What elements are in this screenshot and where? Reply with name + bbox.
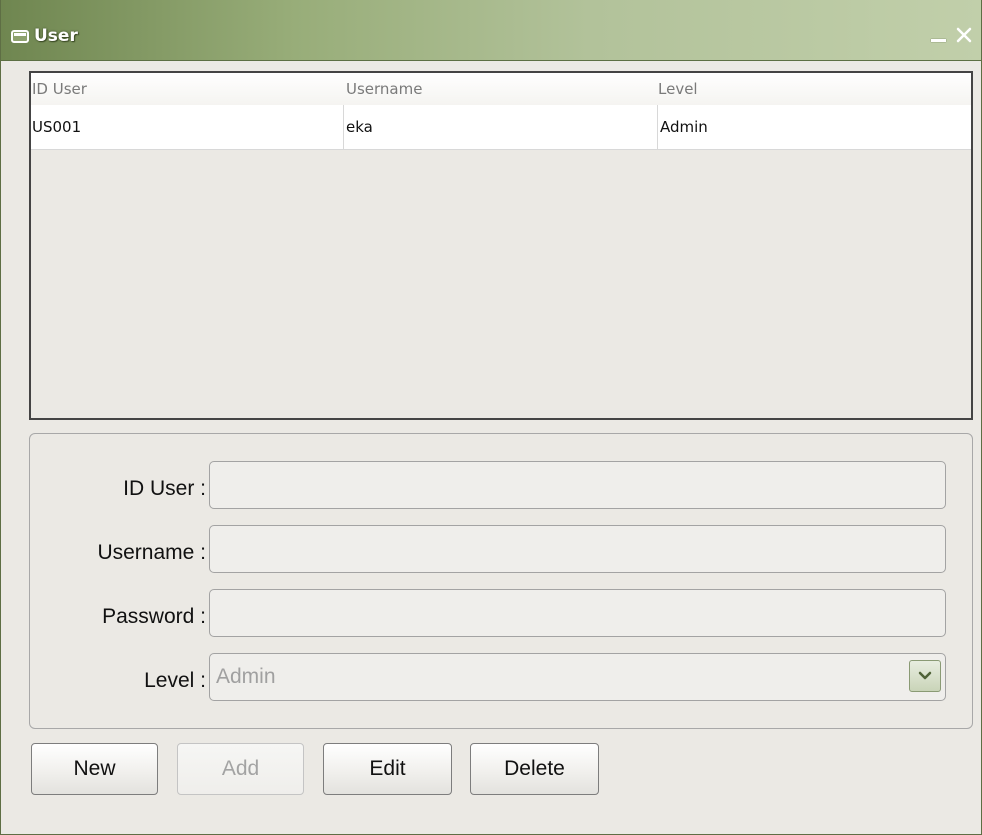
password-label: Password :: [102, 605, 206, 628]
column-divider: [657, 105, 658, 149]
window-icon: [11, 30, 29, 43]
level-selected-value: Admin: [216, 665, 276, 688]
window-title: User: [34, 26, 78, 46]
column-header-username[interactable]: Username: [346, 80, 422, 98]
chevron-down-icon: [918, 671, 932, 680]
delete-button[interactable]: Delete: [470, 743, 599, 795]
level-label: Level :: [144, 669, 206, 692]
column-divider: [343, 105, 344, 149]
password-input[interactable]: [209, 589, 946, 637]
column-header-level[interactable]: Level: [658, 80, 698, 98]
close-button[interactable]: [953, 24, 975, 46]
username-input[interactable]: [209, 525, 946, 573]
user-form-panel: ID User : Username : Password : Level : …: [29, 433, 973, 729]
id-user-label: ID User :: [123, 477, 206, 500]
level-dropdown-button[interactable]: [909, 660, 941, 692]
cell-id-user: US001: [32, 118, 82, 136]
title-bar[interactable]: User: [1, 0, 981, 61]
id-user-input[interactable]: [209, 461, 946, 509]
table-row[interactable]: US001 eka Admin: [31, 105, 971, 150]
edit-button[interactable]: Edit: [323, 743, 452, 795]
level-select[interactable]: Admin: [209, 653, 946, 701]
close-icon: [956, 27, 972, 43]
cell-username: eka: [346, 118, 373, 136]
users-grid[interactable]: ID User Username Level US001 eka Admin: [29, 71, 973, 420]
minimize-button[interactable]: [928, 24, 950, 46]
column-header-id-user[interactable]: ID User: [32, 80, 87, 98]
add-button[interactable]: Add: [177, 743, 304, 795]
cell-level: Admin: [660, 118, 708, 136]
username-label: Username :: [97, 541, 206, 564]
new-button[interactable]: New: [31, 743, 158, 795]
user-window: User ID User Username Level US001 eka Ad…: [0, 0, 982, 835]
grid-header: ID User Username Level: [31, 73, 971, 105]
